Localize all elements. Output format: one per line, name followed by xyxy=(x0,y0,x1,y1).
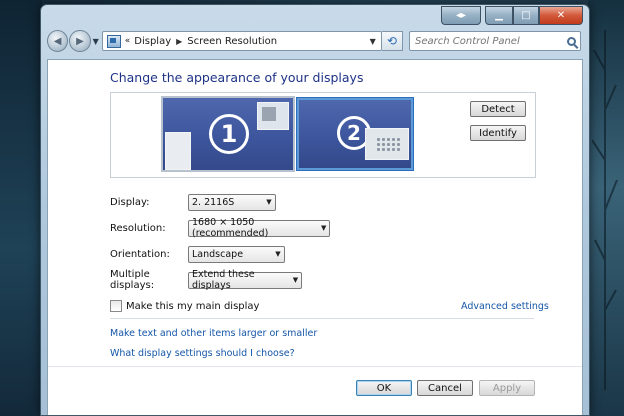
refresh-button[interactable]: ⟲ xyxy=(381,31,404,51)
chevron-down-icon: ▼ xyxy=(266,198,272,206)
search-box[interactable] xyxy=(409,31,581,51)
footer-divider xyxy=(48,366,582,367)
search-icon[interactable] xyxy=(567,36,576,46)
back-button[interactable]: ◀ xyxy=(47,30,69,52)
monitor-1-window-thumbnail xyxy=(165,132,191,170)
display-row: Display: 2. 2116S ▼ xyxy=(110,193,276,211)
address-dropdown-icon[interactable]: ▼ xyxy=(365,37,381,46)
breadcrumb-display[interactable]: Display xyxy=(134,36,171,47)
orientation-label: Orientation: xyxy=(110,248,170,260)
page-title: Change the appearance of your displays xyxy=(110,70,364,85)
orientation-select[interactable]: Landscape ▼ xyxy=(188,245,285,263)
display-select[interactable]: 2. 2116S ▼ xyxy=(188,193,276,211)
desktop-background-right xyxy=(588,0,624,416)
control-panel-window: ◂▸ ▁ □ ✕ ◀ ▶ ▼ « Display ▶ Screen Resolu… xyxy=(40,4,590,416)
monitor-2-window-thumbnail xyxy=(365,128,409,160)
search-input[interactable] xyxy=(415,35,566,47)
content-pane: Change the appearance of your displays 1… xyxy=(47,59,583,415)
orientation-value: Landscape xyxy=(192,248,244,260)
caption-buttons: ◂▸ ▁ □ ✕ xyxy=(441,6,583,25)
monitor-1[interactable]: 1 xyxy=(161,96,295,172)
multiple-displays-label: Multiple displays: xyxy=(110,269,155,291)
navigation-bar: ◀ ▶ ▼ « Display ▶ Screen Resolution ▼ ⟲ xyxy=(47,29,581,53)
chevron-down-icon: ▼ xyxy=(292,276,299,284)
resolution-row: Resolution: 1680 × 1050 (recommended) ▼ xyxy=(110,217,330,239)
monitor-1-window-thumbnail xyxy=(257,102,289,130)
monitor-2[interactable]: 2 xyxy=(297,98,413,170)
display-settings-help-link[interactable]: What display settings should I choose? xyxy=(110,348,295,359)
advanced-settings-link[interactable]: Advanced settings xyxy=(461,301,549,312)
main-display-checkbox[interactable] xyxy=(110,300,122,312)
desktop-background-left xyxy=(0,0,42,416)
detect-button[interactable]: Detect xyxy=(470,101,526,117)
grid-icon xyxy=(376,137,400,153)
breadcrumb-chevron-icon[interactable]: ▶ xyxy=(176,37,182,46)
multiple-displays-value: Extend these displays xyxy=(192,269,255,291)
main-display-option[interactable]: Make this my main display xyxy=(110,300,259,312)
display-label: Display: xyxy=(110,196,150,208)
breadcrumb-screen-resolution[interactable]: Screen Resolution xyxy=(187,36,277,47)
control-panel-icon xyxy=(106,34,121,48)
monitor-arrangement-area: 1 2 Detect Identify xyxy=(110,92,536,178)
identify-button[interactable]: Identify xyxy=(470,125,526,141)
display-value: 2. 2116S xyxy=(192,196,235,208)
tree-silhouette-decoration xyxy=(592,30,618,390)
minimize-button[interactable]: ▁ xyxy=(485,6,513,25)
main-display-label[interactable]: Make this my main display xyxy=(126,301,259,312)
text-size-link[interactable]: Make text and other items larger or smal… xyxy=(110,328,317,339)
multiple-displays-select[interactable]: Extend these displays ▼ xyxy=(188,269,302,291)
chevron-down-icon: ▼ xyxy=(275,250,281,258)
maximize-button[interactable]: □ xyxy=(513,6,539,25)
cancel-button[interactable]: Cancel xyxy=(417,380,473,396)
chevron-down-icon: ▼ xyxy=(320,224,327,232)
multiple-displays-row: Multiple displays: Extend these displays… xyxy=(110,269,302,291)
resolution-select[interactable]: 1680 × 1050 (recommended) ▼ xyxy=(188,217,330,239)
recent-pages-dropdown[interactable]: ▼ xyxy=(93,37,99,46)
breadcrumb-overflow-icon[interactable]: « xyxy=(125,36,131,46)
address-bar[interactable]: « Display ▶ Screen Resolution ▼ xyxy=(101,31,382,51)
apply-button[interactable]: Apply xyxy=(479,380,535,396)
orientation-row: Orientation: Landscape ▼ xyxy=(110,245,285,263)
close-button[interactable]: ✕ xyxy=(539,6,583,25)
divider xyxy=(110,318,534,319)
forward-button[interactable]: ▶ xyxy=(69,30,91,52)
monitor-1-number: 1 xyxy=(209,114,249,154)
ok-button[interactable]: OK xyxy=(356,380,412,396)
resolution-value: 1680 × 1050 (recommended) xyxy=(192,217,269,239)
window-extra-button[interactable]: ◂▸ xyxy=(441,6,481,25)
resolution-label: Resolution: xyxy=(110,222,166,234)
